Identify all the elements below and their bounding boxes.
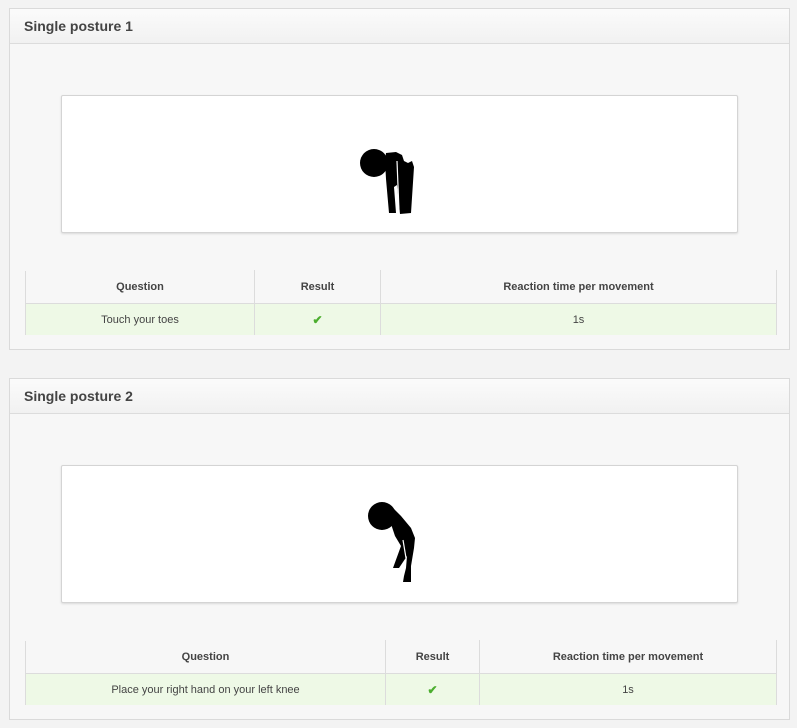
column-header-reaction-time: Reaction time per movement: [479, 640, 777, 674]
result-cell: ✔: [385, 673, 480, 705]
question-cell: Place your right hand on your left knee: [25, 673, 386, 705]
panel-body: Question Result Reaction time per moveme…: [10, 414, 789, 719]
question-cell: Touch your toes: [25, 303, 255, 335]
reaction-time-cell: 1s: [479, 673, 777, 705]
column-header-result: Result: [254, 270, 381, 304]
check-icon: ✔: [312, 312, 323, 327]
column-header-question: Question: [25, 640, 386, 674]
posture-panel-2: Single posture 2 Question Result Reactio…: [9, 378, 790, 720]
panel-title: Single posture 2: [10, 379, 789, 414]
check-icon: ✔: [427, 682, 438, 697]
results-table: Question Result Reaction time per moveme…: [25, 270, 777, 335]
table-header-row: Question Result Reaction time per moveme…: [25, 640, 777, 674]
column-header-result: Result: [385, 640, 480, 674]
result-cell: ✔: [254, 303, 381, 335]
panel-title: Single posture 1: [10, 9, 789, 44]
table-row: Touch your toes ✔ 1s: [25, 303, 777, 335]
table-row: Place your right hand on your left knee …: [25, 673, 777, 705]
figure-bending-hand-on-knee-icon: [368, 502, 415, 582]
figure-bending-touching-toes-icon: [360, 149, 414, 214]
posture-figure-box: [61, 95, 738, 233]
panel-body: Question Result Reaction time per moveme…: [10, 44, 789, 349]
column-header-question: Question: [25, 270, 255, 304]
posture-figure-box: [61, 465, 738, 603]
reaction-time-cell: 1s: [380, 303, 777, 335]
results-table: Question Result Reaction time per moveme…: [25, 640, 777, 705]
posture-panel-1: Single posture 1 Question Result Reactio…: [9, 8, 790, 350]
table-header-row: Question Result Reaction time per moveme…: [25, 270, 777, 304]
column-header-reaction-time: Reaction time per movement: [380, 270, 777, 304]
